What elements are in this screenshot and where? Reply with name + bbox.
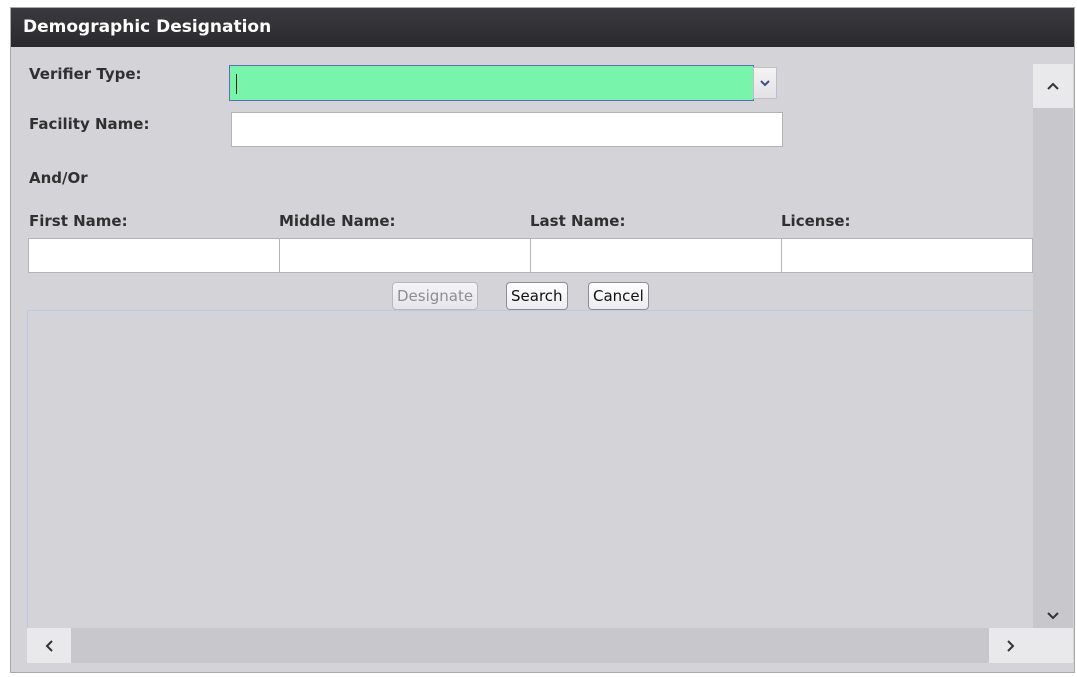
text-caret [236, 74, 237, 94]
horizontal-scrollbar[interactable] [27, 628, 1033, 663]
scroll-right-button[interactable] [989, 628, 1033, 663]
chevron-left-icon [45, 639, 53, 652]
vertical-scrollbar[interactable] [1033, 64, 1073, 644]
last-name-input[interactable] [530, 238, 782, 273]
search-results-pane [27, 310, 1033, 628]
designate-button[interactable]: Designate [392, 282, 479, 310]
verifier-type-select-box[interactable] [229, 65, 754, 101]
facility-name-input[interactable] [231, 112, 783, 147]
chevron-down-icon [760, 80, 770, 87]
license-input[interactable] [781, 238, 1033, 273]
and-or-label: And/Or [29, 169, 88, 187]
chevron-down-icon [1047, 612, 1059, 620]
scrollbar-corner [1033, 628, 1073, 663]
license-label: License: [781, 212, 851, 230]
facility-name-label: Facility Name: [29, 115, 150, 133]
last-name-label: Last Name: [530, 212, 626, 230]
first-name-input[interactable] [28, 238, 280, 273]
scroll-up-button[interactable] [1033, 64, 1073, 108]
chevron-up-icon [1047, 82, 1059, 90]
scroll-left-button[interactable] [27, 628, 71, 663]
cancel-button[interactable]: Cancel [588, 282, 649, 310]
verifier-type-select[interactable] [229, 65, 781, 101]
search-button[interactable]: Search [506, 282, 568, 310]
middle-name-input[interactable] [279, 238, 531, 273]
middle-name-label: Middle Name: [279, 212, 396, 230]
demographic-designation-dialog: Demographic Designation Verifier Type: F… [10, 7, 1075, 673]
verifier-type-dropdown-button[interactable] [753, 67, 777, 99]
chevron-right-icon [1007, 639, 1015, 652]
dialog-title: Demographic Designation [11, 8, 1074, 47]
verifier-type-label: Verifier Type: [29, 65, 142, 83]
first-name-label: First Name: [29, 212, 128, 230]
